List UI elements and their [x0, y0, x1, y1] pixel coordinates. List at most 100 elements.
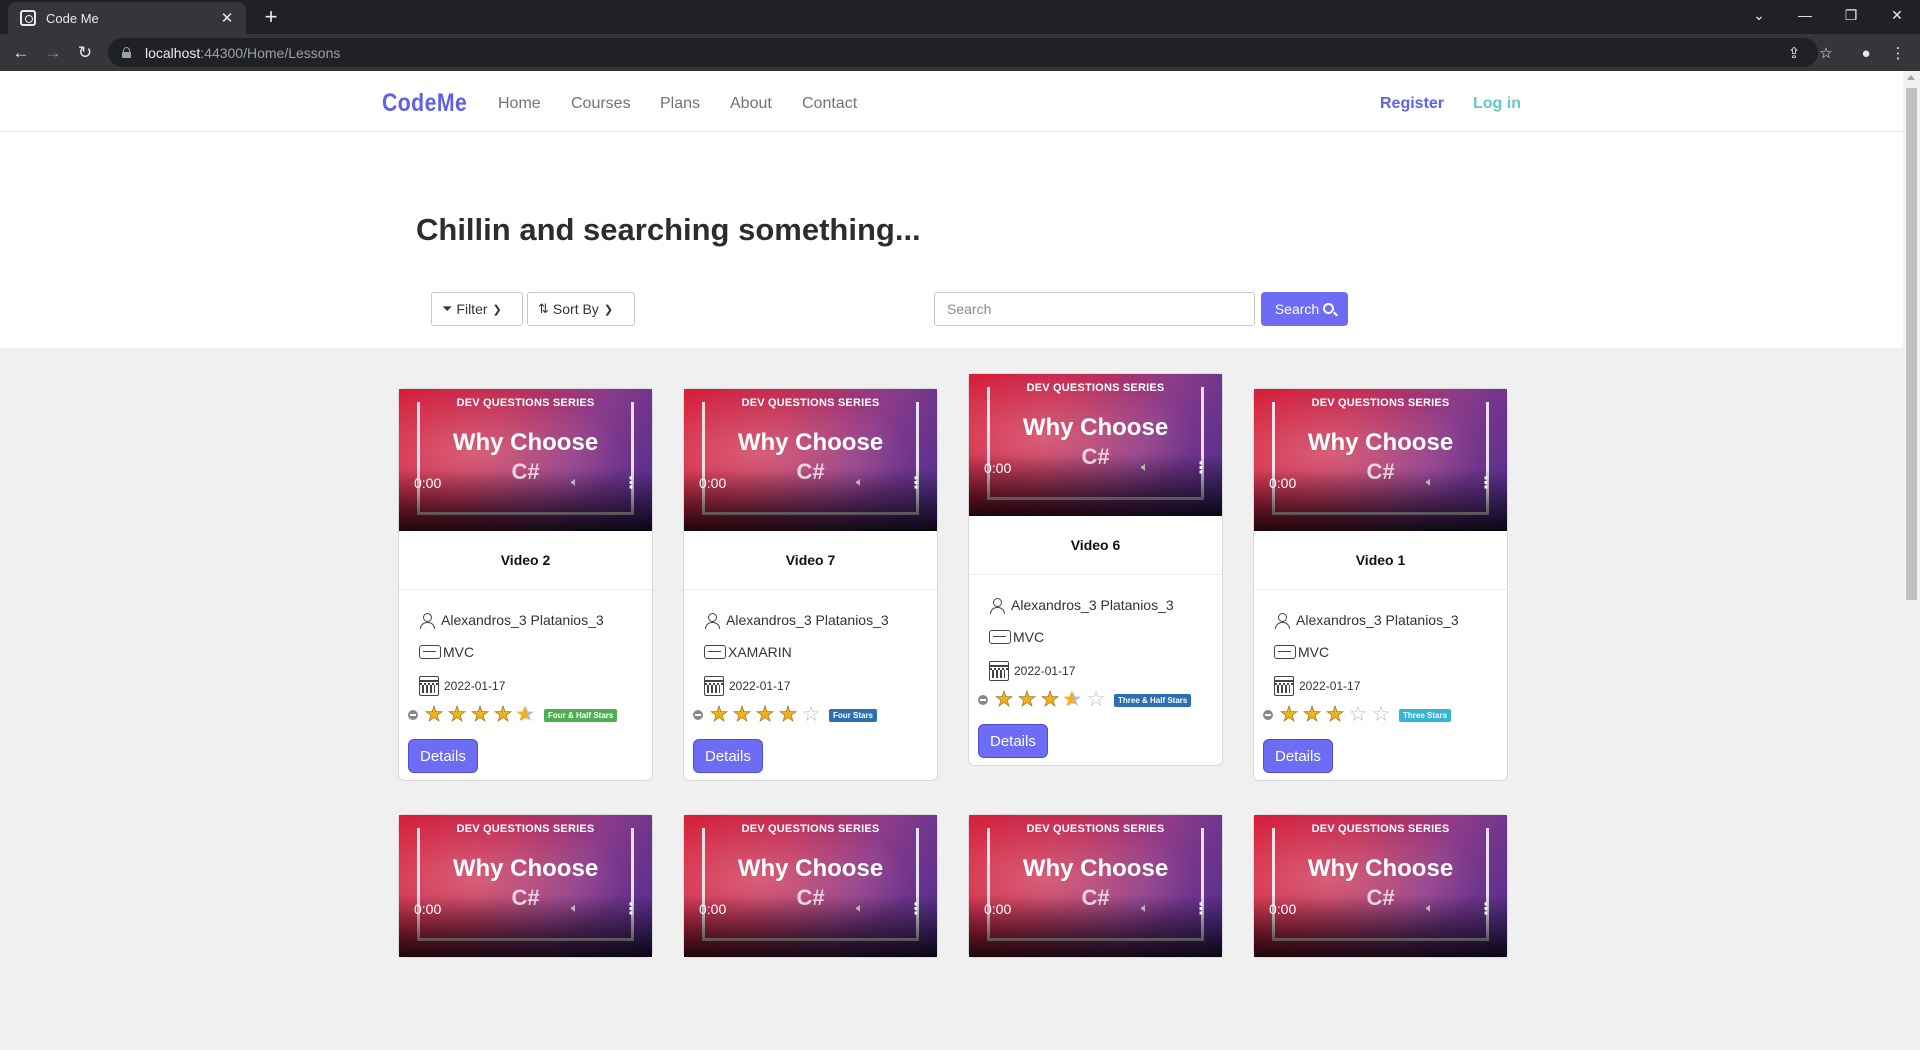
volume-icon[interactable]: 🔈︎	[856, 900, 864, 916]
rating-star-icon[interactable]: ★	[777, 704, 800, 726]
nav-home[interactable]: Home	[498, 95, 541, 113]
rating-star-icon[interactable]: ★	[423, 704, 446, 726]
video-player[interactable]: DEV QUESTIONS SERIES Why Choose C# 0:00 🔈︎ ⋮	[969, 815, 1222, 957]
volume-icon[interactable]: 🔈︎	[1141, 459, 1149, 475]
clear-rating-icon[interactable]	[1263, 710, 1273, 720]
video-player[interactable]: DEV QUESTIONS SERIES Why Choose C# 0:00 🔈︎ ⋮	[1254, 389, 1507, 531]
close-window-icon[interactable]: ✕	[1874, 0, 1920, 30]
rating-star-icon[interactable]: ★	[1301, 704, 1324, 726]
author-name: Alexandros_3 Platanios_3	[1011, 597, 1174, 613]
rating-star-icon[interactable]: ★	[731, 704, 754, 726]
rating-star-icon[interactable]: ★	[754, 704, 777, 726]
details-button[interactable]: Details	[409, 740, 477, 772]
video-time: 0:00	[414, 475, 442, 491]
login-link[interactable]: Log in	[1473, 95, 1521, 113]
thumbnail-headline: Why Choose	[452, 855, 599, 882]
video-options-icon[interactable]: ⋮	[1478, 899, 1494, 919]
sort-label: Sort By	[552, 301, 599, 317]
video-player[interactable]: DEV QUESTIONS SERIES Why Choose C# 0:00 🔈︎ ⋮	[684, 389, 937, 531]
profile-icon[interactable]: ●	[1854, 41, 1878, 65]
page-scrollbar[interactable]	[1903, 71, 1920, 1050]
rating-star-icon[interactable]: ★	[492, 704, 515, 726]
volume-icon[interactable]: 🔈︎	[856, 474, 864, 490]
rating-star-icon[interactable]: ★	[515, 704, 538, 725]
restore-icon[interactable]: ❐	[1828, 0, 1874, 30]
stars[interactable]: ★ ★ ★ ★ ★	[423, 704, 538, 726]
video-time: 0:00	[699, 901, 727, 917]
star-rating[interactable]: ★ ★ ★ ☆ ☆ Three Stars	[1263, 704, 1452, 726]
address-bar[interactable]: localhost:44300/Home/Lessons	[108, 38, 1818, 67]
rating-star-icon[interactable]: ★	[1039, 689, 1062, 711]
rating-star-icon[interactable]: ★	[708, 704, 731, 726]
nav-courses[interactable]: Courses	[571, 95, 631, 113]
back-icon[interactable]: ←	[8, 40, 34, 66]
clear-rating-icon[interactable]	[693, 710, 703, 720]
search-button[interactable]: Search	[1261, 292, 1348, 326]
nav-about[interactable]: About	[730, 95, 772, 113]
details-button[interactable]: Details	[1264, 740, 1332, 772]
video-options-icon[interactable]: ⋮	[1193, 899, 1209, 919]
video-player[interactable]: DEV QUESTIONS SERIES Why Choose C# 0:00 🔈︎ ⋮	[969, 374, 1222, 516]
browser-tab[interactable]: Code Me ✕	[8, 2, 246, 34]
star-rating[interactable]: ★★★★★Four & Half Stars	[408, 704, 618, 726]
star-rating[interactable]: ★ ★ ★ ★ ☆ Four Stars	[693, 704, 878, 726]
sort-dropdown-button[interactable]: ⇅ Sort By ❯	[527, 292, 635, 326]
search-input[interactable]	[934, 292, 1255, 326]
details-button[interactable]: Details	[694, 740, 762, 772]
bookmark-star-icon[interactable]: ☆	[1814, 41, 1838, 65]
video-player[interactable]: DEV QUESTIONS SERIES Why Choose C# 0:00 🔈︎ ⋮	[1254, 815, 1507, 957]
rating-star-icon[interactable]: ★	[993, 689, 1016, 711]
volume-icon[interactable]: 🔈︎	[1426, 900, 1434, 916]
tab-search-icon[interactable]: ⌄	[1736, 0, 1782, 30]
close-tab-icon[interactable]: ✕	[218, 9, 236, 27]
lock-icon[interactable]	[122, 47, 131, 58]
rating-star-icon[interactable]: ☆	[1085, 689, 1108, 710]
rating-star-icon[interactable]: ★	[1016, 689, 1039, 711]
minimize-icon[interactable]: —	[1782, 0, 1828, 30]
video-player[interactable]: DEV QUESTIONS SERIES Why Choose C# 0:00 🔈︎ ⋮	[399, 389, 652, 531]
clear-rating-icon[interactable]	[978, 695, 988, 705]
filter-dropdown-button[interactable]: ⏷ Filter ❯	[431, 292, 523, 326]
rating-star-icon[interactable]: ★	[446, 704, 469, 726]
menu-kebab-icon[interactable]: ⋮	[1886, 41, 1910, 65]
stars[interactable]: ★ ★ ★ ☆ ☆	[1278, 704, 1393, 726]
video-player[interactable]: DEV QUESTIONS SERIES Why Choose C# 0:00 🔈︎ ⋮	[399, 815, 652, 957]
video-options-icon[interactable]: ⋮	[908, 899, 924, 919]
scroll-up-arrow-icon[interactable]	[1907, 75, 1915, 80]
video-player[interactable]: DEV QUESTIONS SERIES Why Choose C# 0:00 🔈︎ ⋮	[684, 815, 937, 957]
volume-icon[interactable]: 🔈︎	[1426, 474, 1434, 490]
lesson-card: DEV QUESTIONS SERIES Why Choose C# 0:00 🔈︎ ⋮ V…	[968, 373, 1223, 766]
nav-plans[interactable]: Plans	[660, 95, 700, 113]
rating-star-icon[interactable]: ★	[1324, 704, 1347, 726]
details-button[interactable]: Details	[979, 725, 1047, 757]
video-options-icon[interactable]: ⋮	[1478, 473, 1494, 493]
thumbnail-series-label: DEV QUESTIONS SERIES	[1311, 397, 1450, 409]
lesson-title: Video 1	[1254, 531, 1507, 590]
clear-rating-icon[interactable]	[408, 710, 418, 720]
rating-star-icon[interactable]: ☆	[1347, 704, 1370, 725]
video-options-icon[interactable]: ⋮	[623, 473, 639, 493]
volume-icon[interactable]: 🔈︎	[571, 900, 579, 916]
rating-star-icon[interactable]: ★	[1062, 689, 1085, 710]
forward-icon[interactable]: →	[40, 40, 66, 66]
stars[interactable]: ★★★★☆	[993, 689, 1108, 711]
nav-contact[interactable]: Contact	[802, 95, 857, 113]
volume-icon[interactable]: 🔈︎	[1141, 900, 1149, 916]
rating-star-icon[interactable]: ☆	[1370, 704, 1393, 725]
video-options-icon[interactable]: ⋮	[1193, 458, 1209, 478]
reload-icon[interactable]: ↻	[72, 40, 98, 66]
lesson-card-body: Alexandros_3 Platanios_3 MVC 2022-01-17 ★ ★ ★…	[399, 590, 652, 780]
new-tab-icon[interactable]: +	[258, 4, 284, 30]
rating-star-icon[interactable]: ★	[1278, 704, 1301, 726]
brand-logo[interactable]: CodeMe	[382, 89, 467, 118]
share-icon[interactable]: ⇪	[1782, 41, 1806, 65]
scrollbar-thumb[interactable]	[1906, 88, 1917, 600]
video-options-icon[interactable]: ⋮	[623, 899, 639, 919]
register-link[interactable]: Register	[1380, 95, 1444, 113]
volume-icon[interactable]: 🔈︎	[571, 474, 579, 490]
star-rating[interactable]: ★★★★☆Three & Half Stars	[978, 689, 1192, 711]
rating-star-icon[interactable]: ☆	[800, 704, 823, 725]
stars[interactable]: ★★★★☆	[708, 704, 823, 726]
rating-star-icon[interactable]: ★	[469, 704, 492, 726]
video-options-icon[interactable]: ⋮	[908, 473, 924, 493]
